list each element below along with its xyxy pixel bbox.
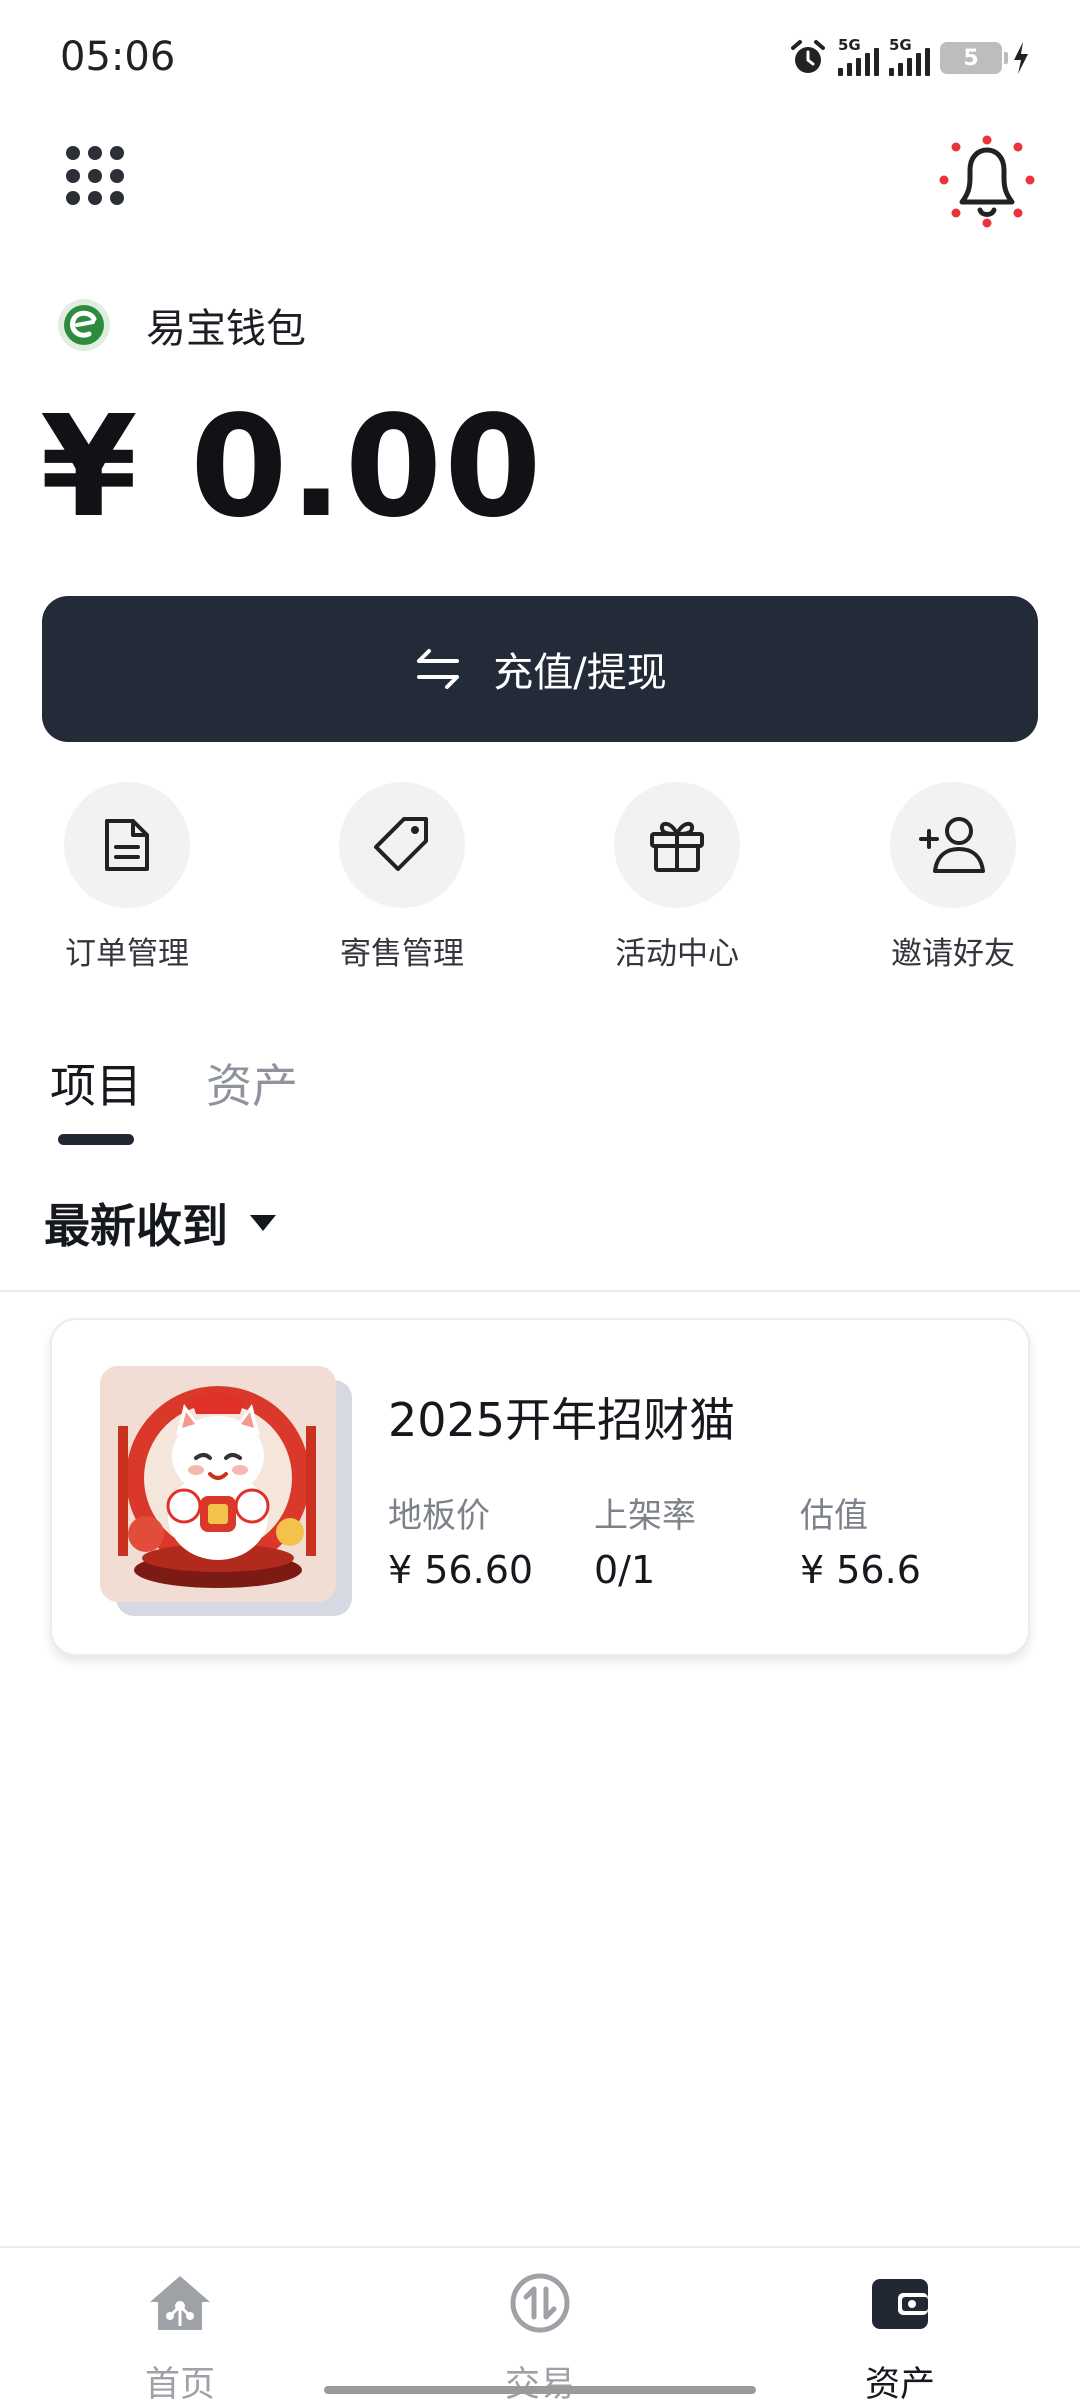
status-bar: 05:06 5G 5G 5: [0, 0, 1080, 120]
gift-icon: [650, 821, 704, 872]
balance-amount: ¥ 0.00: [40, 386, 544, 549]
nav-assets[interactable]: 资产: [800, 2268, 1000, 2400]
add-user-icon: [919, 817, 985, 873]
signal-icon: 5G: [838, 36, 879, 76]
sort-label: 最新收到: [44, 1199, 228, 1253]
valuation-value: ¥ 56.6: [800, 1548, 921, 1592]
quick-action-label: 活动中心: [615, 936, 739, 972]
bottom-navigation: 首页 交易 资产: [0, 2246, 1080, 2400]
signal-icon: 5G: [889, 36, 930, 76]
quick-action-label: 寄售管理: [340, 936, 464, 972]
grid-menu-button[interactable]: [66, 146, 126, 206]
recharge-withdraw-button[interactable]: 充值/提现: [42, 596, 1038, 742]
status-time: 05:06: [60, 34, 176, 80]
grid-icon: [66, 146, 80, 160]
invite-friends-button[interactable]: 邀请好友: [868, 782, 1038, 973]
alarm-icon: [791, 40, 825, 73]
trade-icon: [510, 2273, 570, 2333]
quick-action-label: 订单管理: [65, 936, 189, 972]
caret-down-icon: [250, 1215, 276, 1231]
quick-action-label: 邀请好友: [891, 936, 1015, 972]
nav-home[interactable]: 首页: [80, 2268, 280, 2400]
wallet-logo-icon: [58, 299, 110, 351]
home-icon: [150, 2276, 210, 2330]
notification-button[interactable]: [932, 130, 1042, 230]
nav-trade[interactable]: 交易: [440, 2268, 640, 2400]
charging-icon: [1014, 42, 1028, 74]
valuation-label: 估值: [800, 1496, 868, 1536]
swap-arrows-icon: [417, 649, 460, 689]
status-icons: 5G 5G 5: [788, 36, 1030, 78]
tab-indicator: [58, 1134, 134, 1145]
tab-projects[interactable]: 项目: [50, 1050, 142, 1116]
nav-label: 资产: [864, 2365, 935, 2400]
tab-assets[interactable]: 资产: [206, 1050, 298, 1116]
recharge-withdraw-label: 充值/提现: [493, 650, 667, 696]
order-management-button[interactable]: 订单管理: [42, 782, 212, 973]
divider: [0, 1290, 1080, 1292]
battery-icon: 5: [940, 42, 1008, 74]
tag-icon: [374, 817, 428, 871]
item-card[interactable]: 2025开年招财猫 地板价 ¥ 56.60 上架率 0/1 估值 ¥ 56.6: [50, 1318, 1030, 1656]
wallet-name: 易宝钱包: [146, 306, 306, 352]
home-indicator[interactable]: [324, 2386, 756, 2394]
wallet-brand: 易宝钱包: [56, 296, 306, 354]
item-title: 2025开年招财猫: [388, 1393, 736, 1447]
floor-price-label: 地板价: [388, 1496, 490, 1536]
lucky-cat-image: [100, 1366, 336, 1602]
consignment-management-button[interactable]: 寄售管理: [317, 782, 487, 973]
assets-page: 05:06 5G 5G 5 易宝钱包 ¥ 0.00 充值/提现 订单管理 寄售管…: [0, 0, 1080, 2400]
listing-rate-label: 上架率: [594, 1496, 696, 1536]
bell-icon: [939, 135, 1035, 228]
floor-price-value: ¥ 56.60: [388, 1548, 534, 1592]
sort-dropdown[interactable]: 最新收到: [44, 1190, 278, 1256]
document-icon: [105, 819, 149, 871]
listing-rate-value: 0/1: [594, 1548, 656, 1592]
nav-label: 首页: [144, 2365, 215, 2400]
activity-center-button[interactable]: 活动中心: [592, 782, 762, 973]
wallet-icon: [872, 2279, 928, 2329]
